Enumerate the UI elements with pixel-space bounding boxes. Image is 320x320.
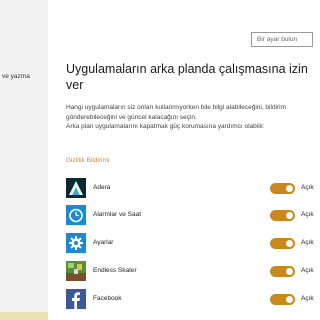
toggle-knob	[286, 240, 293, 247]
sidebar-item-partial[interactable]: ve yazma	[0, 73, 50, 80]
toggle-state-label: Açık	[301, 295, 314, 302]
sidebar-bottom-strip	[0, 312, 48, 320]
app-name: Alarmlar ve Saat	[93, 211, 142, 218]
app-row-adera: Adera Açık	[66, 178, 316, 202]
app-name: Ayarlar	[93, 239, 114, 246]
background-toggle[interactable]	[270, 238, 295, 249]
skater-game-icon	[66, 261, 86, 281]
background-toggle[interactable]	[270, 266, 295, 277]
privacy-statement-link[interactable]: Gizlilik Bildirimi	[66, 157, 109, 164]
adera-icon	[66, 178, 86, 198]
facebook-icon	[66, 289, 86, 309]
toggle-knob	[286, 296, 293, 303]
app-name: Adera	[93, 184, 111, 191]
search-input[interactable]: Bir ayar bulun	[251, 32, 313, 47]
toggle-state-label: Açık	[301, 267, 314, 274]
app-row-alarms-clock: Alarmlar ve Saat Açık	[66, 205, 316, 229]
background-toggle[interactable]	[270, 183, 295, 194]
background-toggle[interactable]	[270, 210, 295, 221]
toggle-knob	[286, 212, 293, 219]
left-navigation-pane: ve yazma	[0, 0, 48, 320]
app-name: Endless Skater	[93, 267, 137, 274]
description-paragraph-2: Arka plan uygulamalarını kapatmak güç ko…	[66, 123, 265, 130]
description-paragraph-1: Hangi uygulamaların siz onları kullanmıy…	[66, 104, 287, 121]
page-description: Hangi uygulamaların siz onları kullanmıy…	[66, 103, 306, 132]
toggle-knob	[286, 268, 293, 275]
app-row-endless-skater: Endless Skater Açık	[66, 261, 316, 285]
toggle-state-label: Açık	[301, 184, 314, 191]
toggle-state-label: Açık	[301, 239, 314, 246]
app-row-facebook: Facebook Açık	[66, 289, 316, 313]
background-toggle[interactable]	[270, 294, 295, 305]
alarm-clock-icon	[66, 205, 86, 225]
app-row-settings: Ayarlar Açık	[66, 233, 316, 257]
toggle-knob	[286, 185, 293, 192]
page-title: Uygulamaların arka planda çalışmasına iz…	[66, 62, 308, 92]
toggle-state-label: Açık	[301, 211, 314, 218]
app-name: Facebook	[93, 295, 122, 302]
gear-icon	[66, 233, 86, 253]
